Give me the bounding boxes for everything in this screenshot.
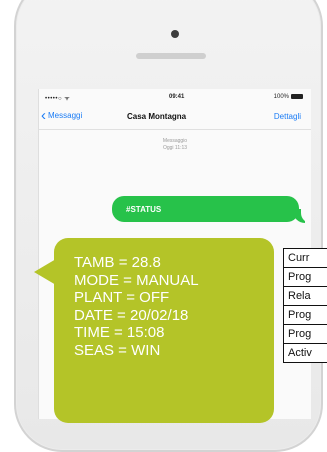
table-row: Curr xyxy=(284,249,327,268)
status-line-mode: MODE = MANUAL xyxy=(74,272,199,290)
status-reply-list: TAMB = 28.8 MODE = MANUAL PLANT = OFF DA… xyxy=(74,254,199,359)
battery-icon xyxy=(291,94,303,99)
table-cell: Rela xyxy=(284,287,327,306)
status-line-season: SEAS = WIN xyxy=(74,342,199,360)
status-time: 09:41 xyxy=(169,94,184,100)
message-type-label: Messaggio xyxy=(39,138,311,144)
back-label: Messaggi xyxy=(48,111,82,120)
table-cell: Curr xyxy=(284,249,327,268)
conversation-title: Casa Montagna xyxy=(127,112,186,121)
status-line-time: TIME = 15:08 xyxy=(74,324,199,342)
table-row: Rela xyxy=(284,287,327,306)
message-timestamp: Oggi 11:13 xyxy=(39,145,311,151)
table-row: Activ xyxy=(284,344,327,363)
messages-nav-bar: ‹ Messaggi Casa Montagna Dettagli xyxy=(39,105,311,130)
back-button[interactable]: ‹ Messaggi xyxy=(41,111,82,120)
table-row: Prog xyxy=(284,325,327,344)
commands-table-fragment: Curr Prog Rela Prog Prog Activ xyxy=(283,248,327,363)
table-row: Prog xyxy=(284,268,327,287)
table-cell: Prog xyxy=(284,306,327,325)
battery-percent: 100% xyxy=(274,94,289,100)
chevron-left-icon: ‹ xyxy=(41,112,46,120)
sent-message-text: #STATUS xyxy=(126,205,161,214)
table-cell: Prog xyxy=(284,268,327,287)
callout-tail xyxy=(34,259,56,285)
status-bar: •••••○ ᯤ 09:41 100% xyxy=(39,89,311,105)
status-line-plant: PLANT = OFF xyxy=(74,289,199,307)
status-line-date: DATE = 20/02/18 xyxy=(74,307,199,325)
table-cell: Prog xyxy=(284,325,327,344)
front-camera xyxy=(171,30,179,38)
battery-indicator: 100% xyxy=(274,94,303,100)
sent-message-bubble[interactable]: #STATUS xyxy=(112,196,299,222)
earpiece-speaker xyxy=(136,53,206,59)
signal-indicator: •••••○ ᯤ xyxy=(45,94,70,102)
table-row: Prog xyxy=(284,306,327,325)
table-cell: Activ xyxy=(284,344,327,363)
details-button[interactable]: Dettagli xyxy=(274,112,301,121)
status-line-tamb: TAMB = 28.8 xyxy=(74,254,199,272)
